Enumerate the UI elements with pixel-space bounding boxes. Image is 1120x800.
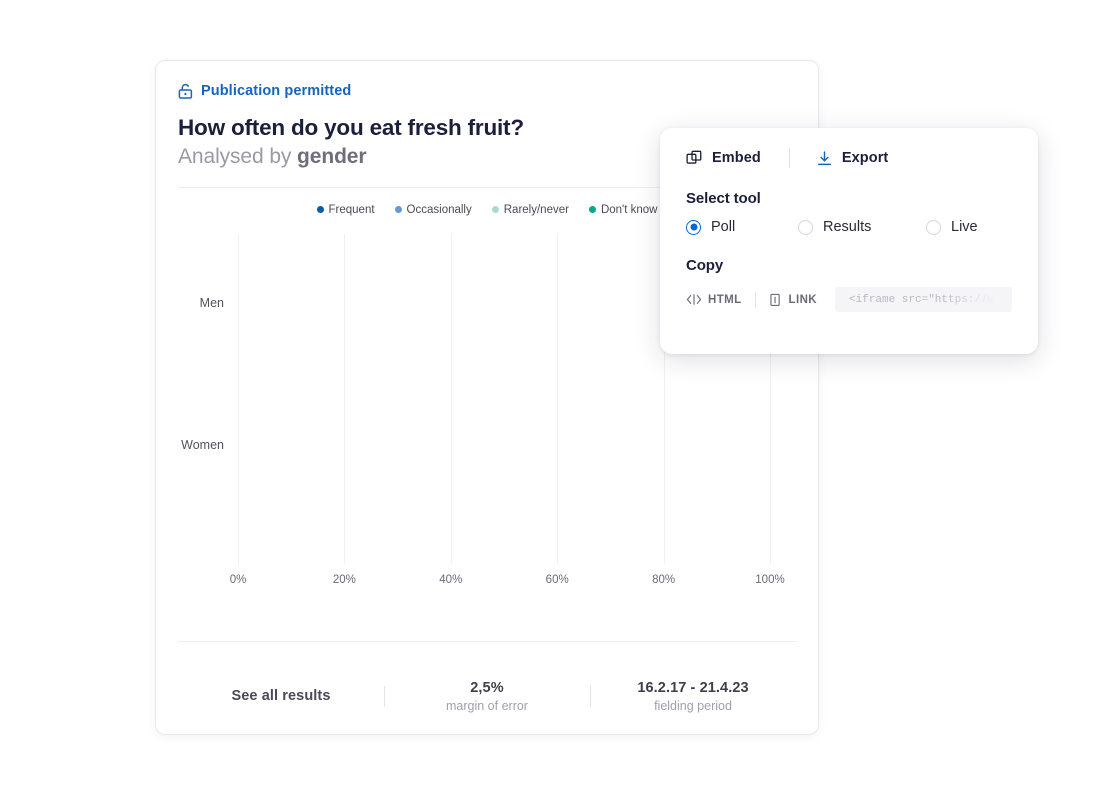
legend-item[interactable]: Frequent — [317, 204, 375, 216]
y-axis-label: Women — [181, 438, 224, 452]
subtitle-emphasis: gender — [297, 145, 366, 168]
fielding-period-cell: 16.2.17 - 21.4.23 fielding period — [590, 680, 796, 713]
copy-row: HTML LINK <iframe src="https://w — [686, 287, 1012, 312]
radio-button-icon[interactable] — [798, 220, 813, 235]
legend-label: Don't know — [601, 204, 658, 216]
legend-label: Rarely/never — [504, 204, 569, 216]
panel-tab-divider — [789, 148, 790, 168]
screen-root: Publication permitted How often do you e… — [0, 0, 1120, 800]
embed-code-input[interactable]: <iframe src="https://w — [835, 287, 1012, 312]
tab-export[interactable]: Export — [816, 150, 889, 167]
copy-divider — [755, 292, 756, 308]
x-tick-label: 100% — [755, 574, 784, 586]
copy-document-icon — [769, 293, 783, 307]
embed-code-value: <iframe src="https://w — [849, 294, 994, 306]
publication-permitted-label: Publication permitted — [201, 83, 351, 99]
legend-swatch-icon — [589, 206, 596, 213]
copy-link-label: LINK — [789, 294, 817, 306]
x-tick-label: 80% — [652, 574, 675, 586]
radio-label: Live — [951, 219, 978, 235]
radio-button-icon[interactable] — [686, 220, 701, 235]
copy-html-button[interactable]: HTML — [686, 293, 742, 306]
y-axis-label: Men — [200, 296, 224, 310]
fielding-period-label: fielding period — [654, 699, 732, 713]
x-tick-label: 60% — [546, 574, 569, 586]
radio-live[interactable]: Live — [926, 219, 978, 235]
see-all-results-cell[interactable]: See all results — [178, 688, 384, 704]
unlocked-padlock-icon — [178, 83, 193, 99]
panel-tab-bar: Embed Export — [686, 148, 1012, 168]
fielding-period-value: 16.2.17 - 21.4.23 — [637, 680, 748, 696]
publication-permitted-badge: Publication permitted — [178, 83, 796, 99]
tool-radio-group: Poll Results Live — [686, 219, 1012, 235]
margin-of-error-cell: 2,5% margin of error — [384, 680, 590, 713]
x-tick-label: 20% — [333, 574, 356, 586]
embed-panel: Embed Export Select tool Poll Results Live… — [660, 128, 1038, 354]
legend-label: Frequent — [329, 204, 375, 216]
chart-x-axis: 0%20%40%60%80%100% — [238, 564, 770, 592]
chart-bar-row: Women — [238, 406, 770, 484]
margin-of-error-label: margin of error — [446, 699, 528, 713]
tab-embed[interactable]: Embed — [686, 150, 761, 167]
legend-item[interactable]: Rarely/never — [492, 204, 569, 216]
select-tool-heading: Select tool — [686, 190, 1012, 207]
radio-results[interactable]: Results — [798, 219, 926, 235]
legend-swatch-icon — [492, 206, 499, 213]
radio-button-icon[interactable] — [926, 220, 941, 235]
radio-label: Results — [823, 219, 871, 235]
copy-html-label: HTML — [708, 294, 742, 306]
copy-link-button[interactable]: LINK — [769, 293, 817, 307]
tab-export-label: Export — [842, 150, 889, 166]
see-all-results-link[interactable]: See all results — [231, 688, 330, 704]
footer-divider — [178, 641, 796, 642]
legend-swatch-icon — [317, 206, 324, 213]
embed-copy-squares-icon — [686, 150, 703, 167]
x-tick-label: 0% — [230, 574, 247, 586]
tab-embed-label: Embed — [712, 150, 761, 166]
legend-item[interactable]: Occasionally — [395, 204, 472, 216]
radio-label: Poll — [711, 219, 735, 235]
margin-of-error-value: 2,5% — [470, 680, 503, 696]
code-brackets-icon — [686, 293, 702, 306]
legend-label: Occasionally — [407, 204, 472, 216]
card-footer: See all results 2,5% margin of error 16.… — [178, 661, 796, 731]
copy-heading: Copy — [686, 257, 1012, 274]
legend-swatch-icon — [395, 206, 402, 213]
legend-item[interactable]: Don't know — [589, 204, 658, 216]
x-tick-label: 40% — [439, 574, 462, 586]
radio-poll[interactable]: Poll — [686, 219, 798, 235]
download-arrow-icon — [816, 150, 833, 167]
subtitle-prefix: Analysed by — [178, 145, 297, 168]
